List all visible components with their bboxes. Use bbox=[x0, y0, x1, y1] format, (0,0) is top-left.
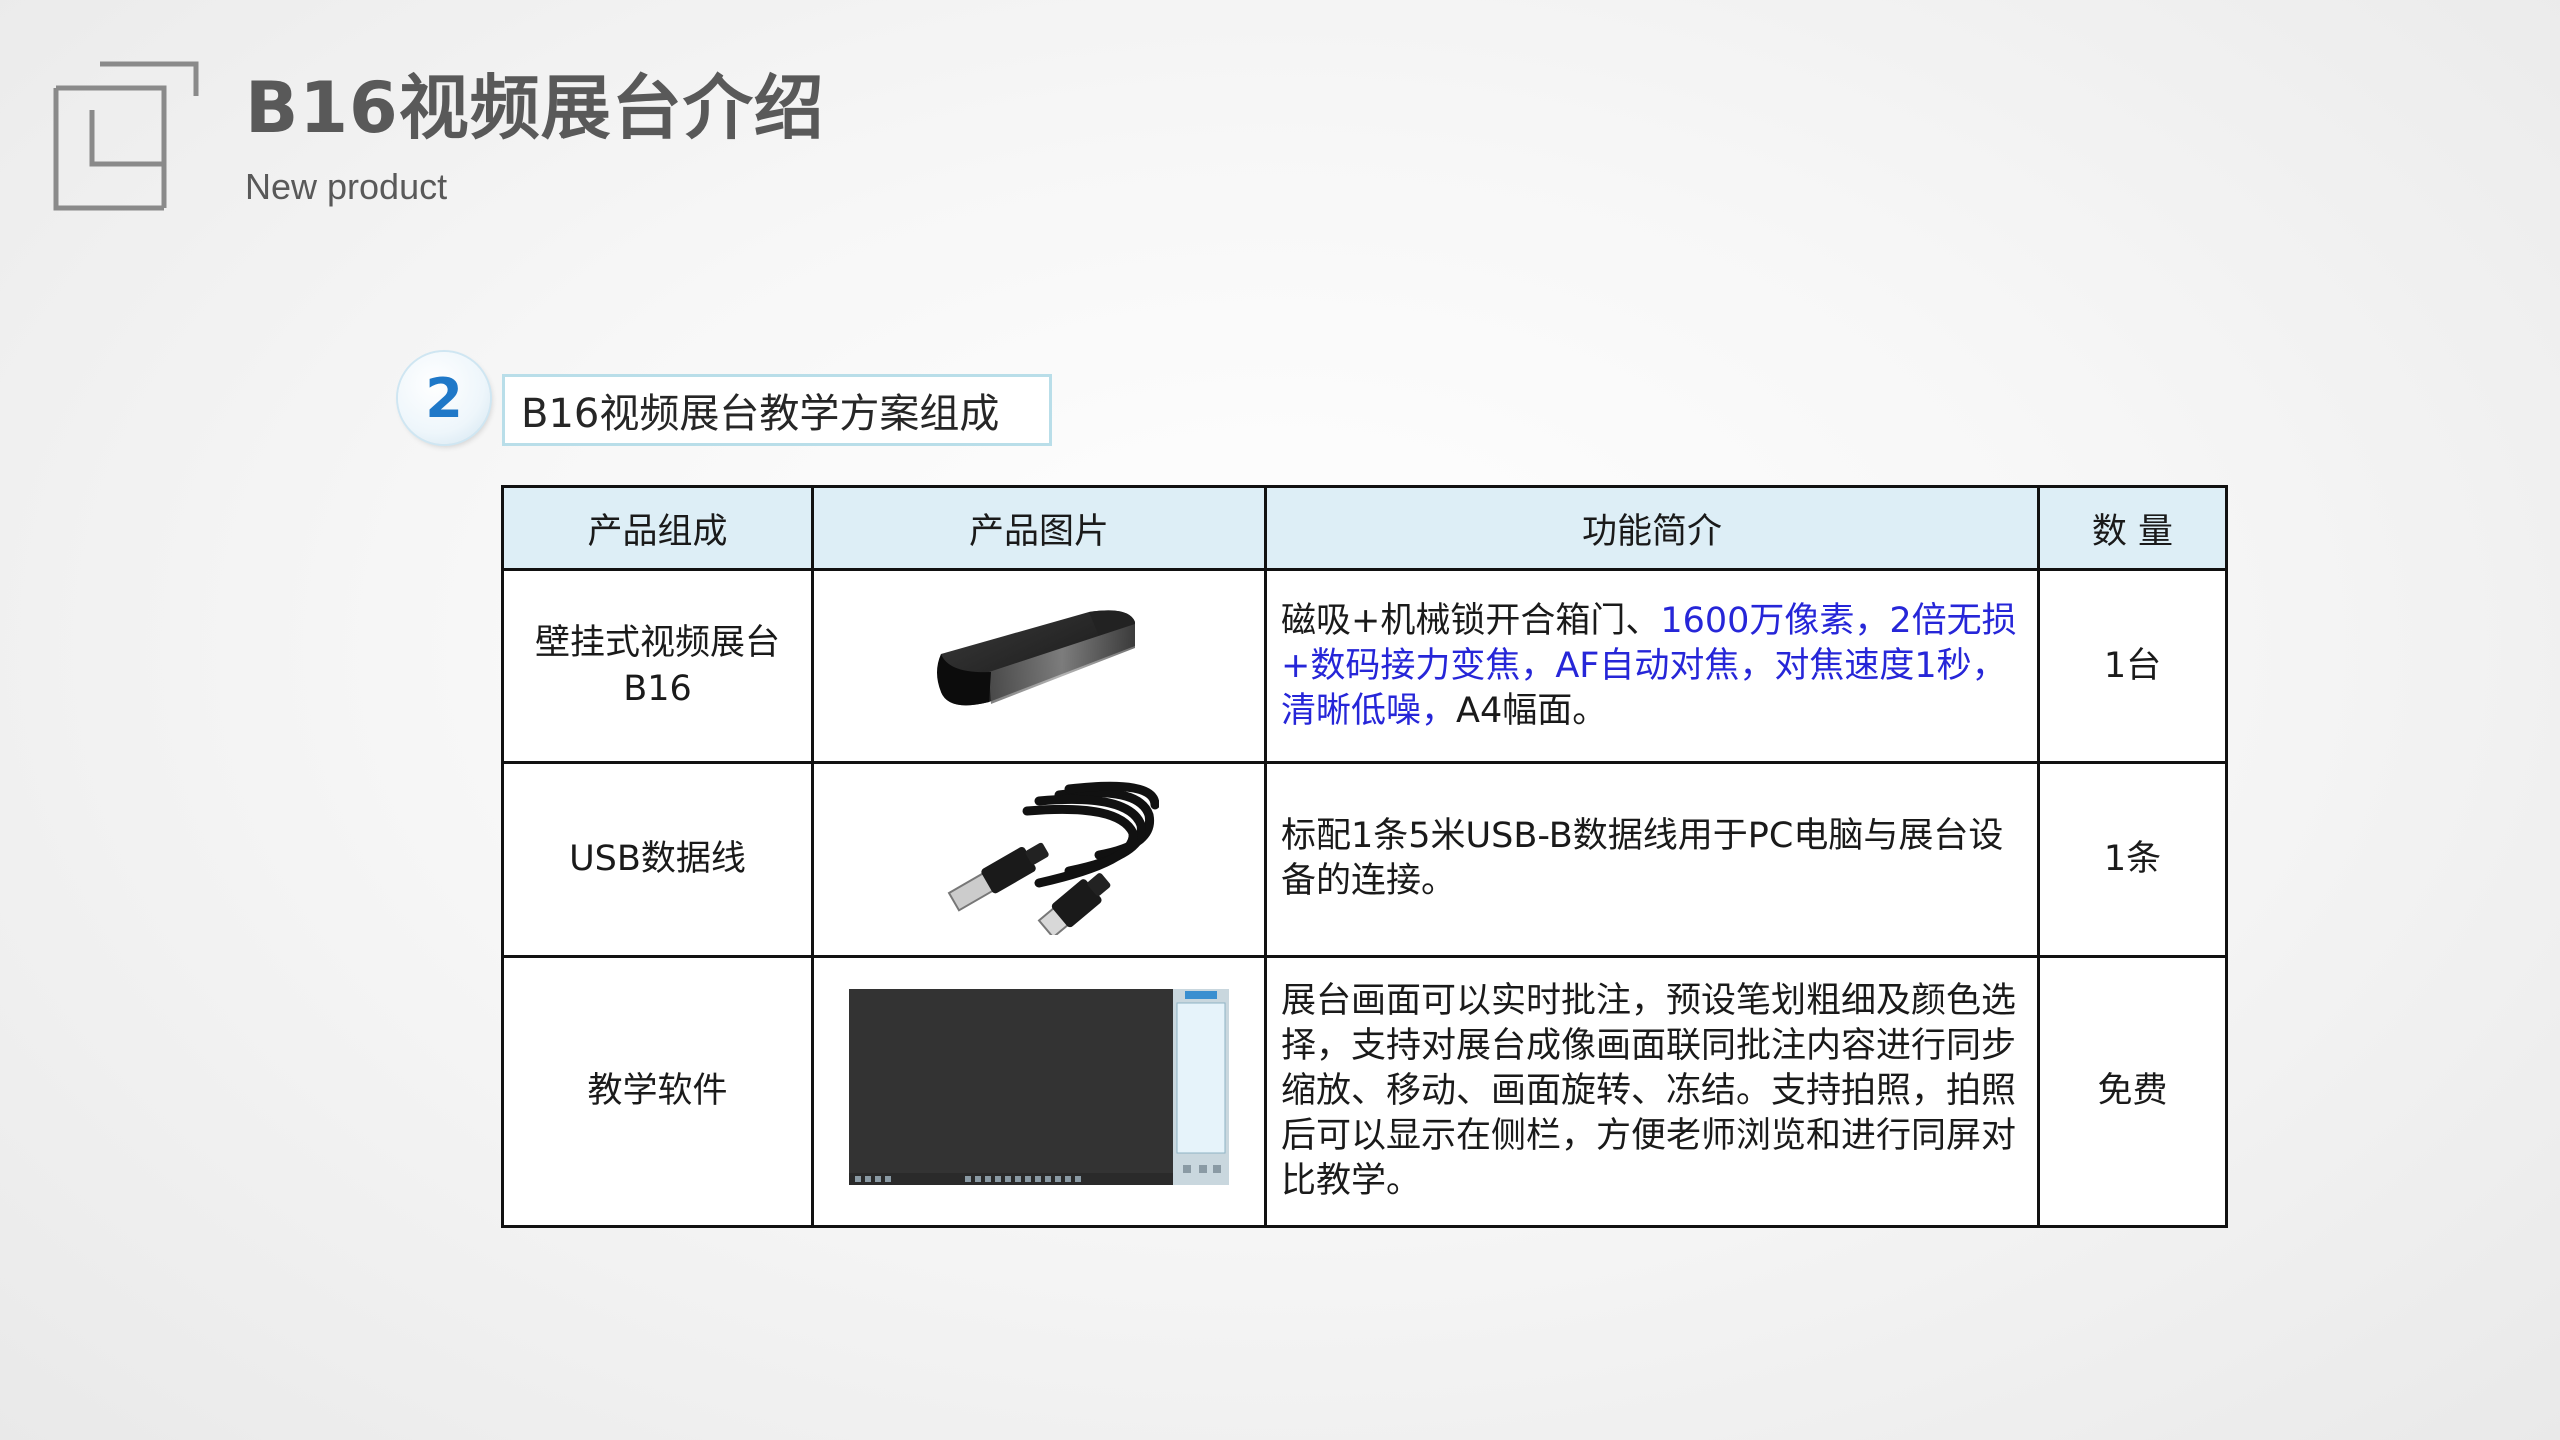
description-cell: 展台画面可以实时批注，预设笔划粗细及颜色选择，支持对展台成像画面联同批注内容进行… bbox=[1264, 954, 2040, 1229]
table-row: 教学软件 展台画面可以实时批注，预设笔划粗细及颜色选择，支持对展台成像画面联同批… bbox=[501, 954, 2228, 1229]
quantity-cell: 免费 bbox=[2037, 954, 2228, 1229]
header-image: 产品图片 bbox=[811, 484, 1267, 572]
description-text: 磁吸+机械锁开合箱门、 bbox=[1281, 600, 1661, 641]
page-subtitle: New product bbox=[245, 166, 448, 207]
software-screenshot-image bbox=[849, 988, 1229, 1185]
header-component: 产品组成 bbox=[501, 484, 814, 572]
description-text-end: A4幅面。 bbox=[1456, 690, 1608, 731]
description-cell: 磁吸+机械锁开合箱门、1600万像素，2倍无损+数码接力变焦，AF自动对焦，对焦… bbox=[1264, 568, 2040, 765]
component-name: 壁挂式视频展台 bbox=[534, 623, 780, 664]
section-number-badge: 2 bbox=[398, 352, 490, 444]
description-cell: 标配1条5米USB-B数据线用于PC电脑与展台设备的连接。 bbox=[1264, 761, 2040, 958]
component-cell: 壁挂式视频展台 B16 bbox=[501, 568, 814, 765]
page-title: B16视频展台介绍 bbox=[245, 67, 825, 149]
table-header-row: 产品组成 产品图片 功能简介 数 量 bbox=[501, 484, 2228, 572]
quantity-cell: 1条 bbox=[2037, 761, 2228, 958]
header-quantity: 数 量 bbox=[2037, 484, 2228, 572]
component-cell: 教学软件 bbox=[501, 954, 814, 1229]
quantity-cell: 1台 bbox=[2037, 568, 2228, 765]
product-table: 产品组成 产品图片 功能简介 数 量 壁挂式视频展台 B16 磁吸+机械锁开合箱… bbox=[501, 484, 2228, 1229]
logo-icon bbox=[53, 61, 199, 211]
table-row: 壁挂式视频展台 B16 磁吸+机械锁开合箱门、1600万像素，2倍无损+数码接力… bbox=[501, 568, 2228, 765]
product-image-cell bbox=[811, 761, 1267, 958]
usb-cable-image bbox=[947, 781, 1160, 939]
table-row: USB数据线 标配1条5米USB-B数据线用于PC电脑与展台设备的连接。 1条 bbox=[501, 761, 2228, 958]
product-image-cell bbox=[811, 954, 1267, 1229]
document-camera-image bbox=[937, 610, 1135, 706]
section-number: 2 bbox=[425, 366, 463, 430]
header-description: 功能简介 bbox=[1264, 484, 2040, 572]
component-model: B16 bbox=[623, 669, 692, 710]
component-cell: USB数据线 bbox=[501, 761, 814, 958]
product-image-cell bbox=[811, 568, 1267, 765]
section-title: B16视频展台教学方案组成 bbox=[502, 374, 1052, 446]
